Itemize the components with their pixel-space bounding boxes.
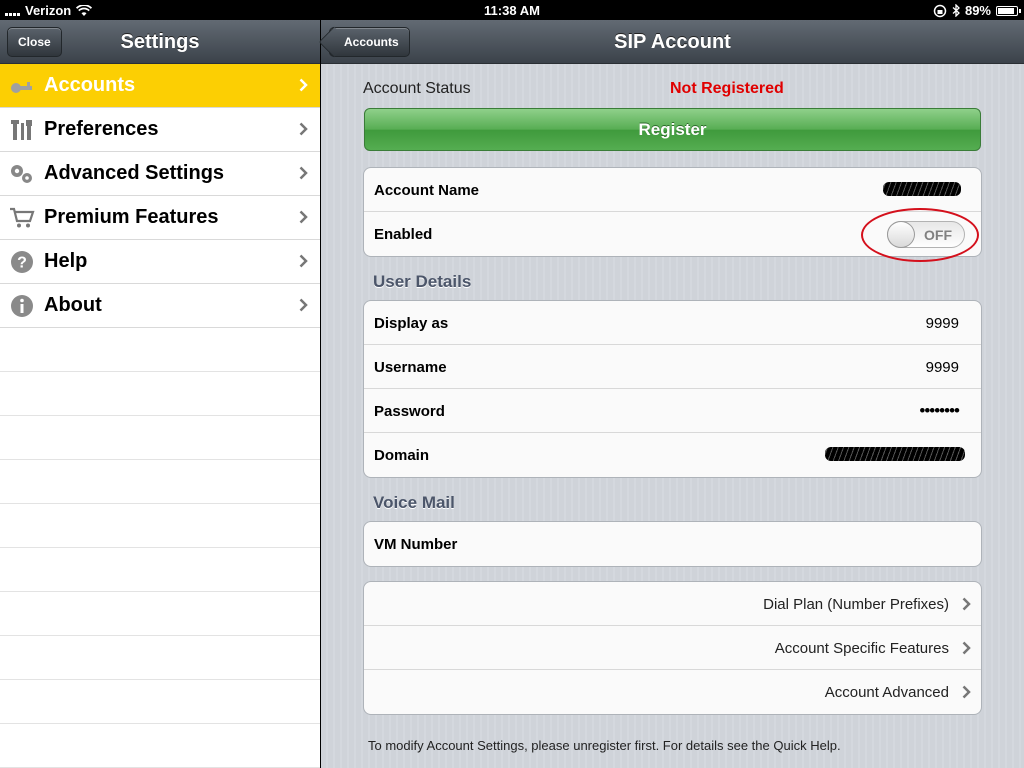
sip-account-pane: Accounts SIP Account Account Status Not … — [321, 20, 1024, 768]
empty-row — [0, 372, 320, 416]
register-button[interactable]: Register — [364, 108, 981, 151]
sidebar-item-preferences[interactable]: Preferences — [0, 108, 320, 152]
empty-row — [0, 548, 320, 592]
empty-row — [0, 636, 320, 680]
key-icon — [11, 81, 32, 93]
detail-navbar: Accounts SIP Account — [321, 20, 1024, 64]
account-status-value: Not Registered — [670, 80, 784, 97]
user-details-group: Display as 9999 Username 9999 Password •… — [363, 300, 982, 478]
status-bar: Verizon 11:38 AM 89% — [0, 0, 1024, 20]
svg-text:?: ? — [17, 254, 27, 271]
back-button-label: Accounts — [344, 35, 399, 49]
empty-row — [0, 680, 320, 724]
chevron-right-icon — [962, 685, 971, 699]
account-status-label: Account Status — [363, 80, 471, 97]
password-row[interactable]: Password •••••••• — [364, 389, 981, 433]
tools-icon — [11, 119, 32, 140]
back-accounts-button[interactable]: Accounts — [329, 27, 410, 57]
empty-row — [0, 504, 320, 548]
sidebar-item-label: Help — [44, 250, 88, 272]
user-details-header: User Details — [373, 272, 472, 291]
display-as-value: 9999 — [925, 315, 959, 332]
sidebar-item-advanced-settings[interactable]: Advanced Settings — [0, 152, 320, 196]
sidebar-navbar: Close Settings — [0, 20, 320, 64]
sidebar-title: Settings — [120, 31, 200, 53]
password-label: Password — [374, 403, 445, 420]
password-value: •••••••• — [919, 401, 960, 420]
sidebar-item-accounts[interactable]: Accounts — [0, 64, 320, 108]
battery-percent: 89% — [964, 3, 991, 18]
sidebar-item-premium-features[interactable]: Premium Features — [0, 196, 320, 240]
sidebar-item-label: About — [44, 294, 102, 316]
empty-row — [0, 328, 320, 372]
account-name-label: Account Name — [374, 182, 480, 199]
account-name-row[interactable]: Account Name — [364, 168, 981, 212]
voice-mail-header: Voice Mail — [373, 493, 455, 512]
dial-plan-row[interactable]: Dial Plan (Number Prefixes) — [364, 582, 981, 626]
chevron-right-icon — [299, 254, 308, 268]
sidebar-item-label: Advanced Settings — [44, 162, 225, 184]
gears-icon — [11, 164, 32, 183]
sidebar-item-help[interactable]: ? Help — [0, 240, 320, 284]
sidebar-item-label: Premium Features — [44, 206, 219, 228]
account-advanced-row[interactable]: Account Advanced — [364, 670, 981, 714]
account-links-group: Dial Plan (Number Prefixes) Account Spec… — [363, 581, 982, 715]
battery-icon — [996, 5, 1021, 16]
redacted-account-name — [883, 182, 961, 196]
display-as-row[interactable]: Display as 9999 — [364, 301, 981, 345]
detail-title: SIP Account — [614, 31, 731, 53]
empty-row — [0, 724, 320, 768]
domain-row[interactable]: Domain — [364, 433, 981, 477]
sidebar-item-label: Accounts — [44, 74, 136, 96]
account-advanced-label: Account Advanced — [824, 684, 949, 701]
empty-row — [0, 416, 320, 460]
help-icon: ? — [11, 250, 33, 273]
chevron-right-icon — [299, 166, 308, 180]
chevron-right-icon — [299, 298, 308, 312]
account-specific-features-row[interactable]: Account Specific Features — [364, 626, 981, 670]
clock: 11:38 AM — [484, 3, 540, 18]
domain-label: Domain — [374, 447, 430, 464]
username-value: 9999 — [925, 359, 959, 376]
empty-row — [0, 592, 320, 636]
display-as-label: Display as — [374, 315, 449, 332]
account-specific-features-label: Account Specific Features — [774, 640, 949, 657]
redacted-domain — [825, 447, 965, 461]
chevron-right-icon — [299, 78, 308, 92]
chevron-right-icon — [299, 122, 308, 136]
voice-mail-group: VM Number — [363, 521, 982, 567]
bluetooth-icon — [952, 4, 960, 17]
cart-icon — [10, 207, 35, 227]
highlight-annotation — [861, 208, 979, 262]
footnote-text: To modify Account Settings, please unreg… — [368, 738, 841, 753]
chevron-right-icon — [962, 597, 971, 611]
rotation-lock-icon — [933, 4, 947, 17]
sidebar-item-about[interactable]: About — [0, 284, 320, 328]
vm-number-label: VM Number — [374, 536, 458, 553]
dial-plan-label: Dial Plan (Number Prefixes) — [763, 596, 949, 613]
settings-sidebar: Close Settings Accounts Preferences Adva… — [0, 20, 320, 768]
sidebar-item-label: Preferences — [44, 118, 159, 140]
info-icon — [11, 294, 33, 317]
username-row[interactable]: Username 9999 — [364, 345, 981, 389]
empty-row — [0, 460, 320, 504]
enabled-label: Enabled — [374, 226, 433, 243]
chevron-right-icon — [962, 641, 971, 655]
username-label: Username — [374, 359, 447, 376]
chevron-right-icon — [299, 210, 308, 224]
vm-number-row[interactable]: VM Number — [364, 522, 981, 566]
